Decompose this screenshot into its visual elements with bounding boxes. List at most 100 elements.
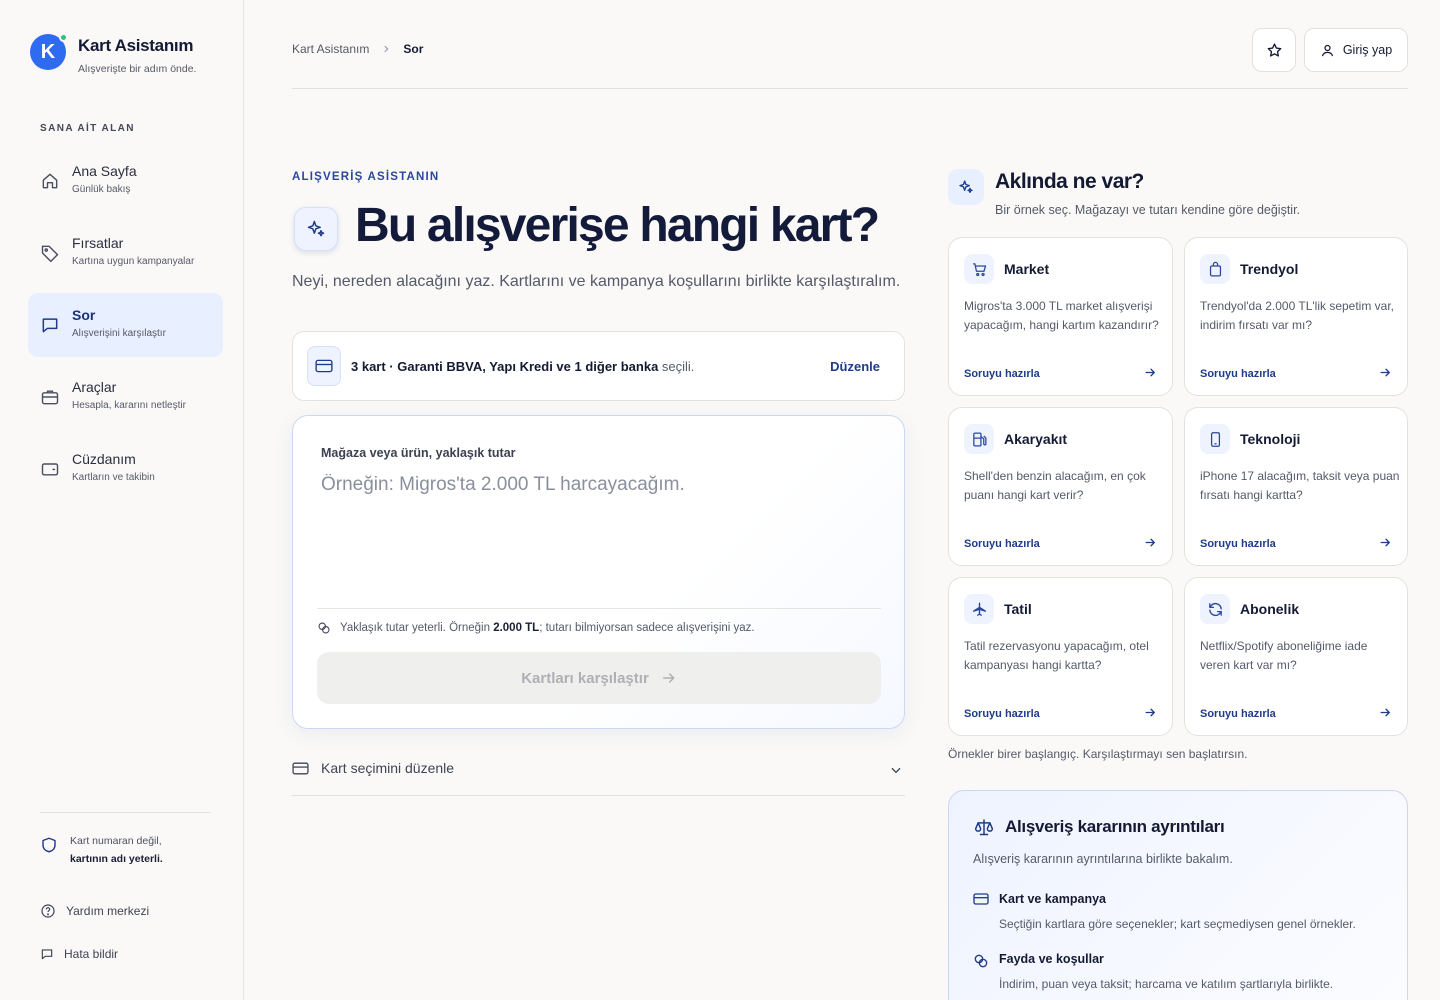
coins-icon [973, 953, 989, 969]
selected-cards-text: 3 kart · Garanti BBVA, Yapı Kredi ve 1 d… [351, 359, 830, 374]
selected-cards-suffix: seçili. [658, 358, 695, 374]
example-body: Netflix/Spotify aboneliğime iade veren k… [1200, 639, 1368, 672]
shopping-bag-icon [1200, 254, 1230, 284]
privacy-note: Kart numaran değil, kartının adı yeterli… [40, 832, 163, 868]
sidebar-item-subtitle: Alışverişini karşılaştır [72, 328, 166, 339]
examples-title: Aklında ne var? [995, 170, 1144, 193]
details-subtitle: Alışveriş kararının ayrıntılarına birlik… [973, 852, 1233, 866]
page-subtitle: Neyi, nereden alacağını yaz. Kartlarını … [292, 273, 901, 290]
message-icon [40, 947, 54, 961]
plane-icon [964, 594, 994, 624]
example-cta[interactable]: Soruyu hazırla [1200, 708, 1276, 720]
arrow-right-icon [1379, 366, 1392, 379]
sidebar-item-subtitle: Hesapla, kararını netleştir [72, 400, 186, 411]
sparkle-icon [294, 207, 338, 251]
hint-post: ; tutarı bilmiyorsan sadece alışverişini… [539, 622, 755, 634]
example-card-fuel[interactable]: Akaryakıt Shell'den benzin alacağım, en … [948, 407, 1173, 566]
arrow-right-icon [1379, 536, 1392, 549]
shield-icon [40, 835, 58, 868]
sidebar-item-title: Fırsatlar [72, 235, 124, 251]
example-body: Tatil rezervasyonu yapacağım, otel kampa… [964, 639, 1149, 672]
eyebrow: ALIŞVERİŞ ASİSTANIN [292, 171, 440, 183]
example-grid: Market Migros'ta 3.000 TL market alışver… [948, 237, 1408, 736]
privacy-line-2: kartının adı yeterli. [70, 853, 163, 865]
example-card-travel[interactable]: Tatil Tatil rezervasyonu yapacağım, otel… [948, 577, 1173, 736]
favorite-button[interactable] [1252, 28, 1296, 72]
sidebar: K Kart Asistanım Alışverişte bir adım ön… [0, 0, 244, 1000]
question-input[interactable] [321, 474, 881, 604]
example-title: Teknoloji [1240, 431, 1301, 447]
briefcase-icon [40, 387, 60, 407]
edit-card-selection-label: Kart seçimini düzenle [321, 760, 455, 776]
example-card-subscription[interactable]: Abonelik Netflix/Spotify aboneliğime iad… [1184, 577, 1408, 736]
brand[interactable]: K Kart Asistanım Alışverişte bir adım ön… [30, 33, 197, 75]
sidebar-item-deals[interactable]: Fırsatlar Kartına uygun kampanyalar [28, 221, 223, 285]
sidebar-item-title: Araçlar [72, 379, 117, 395]
sparkle-icon [948, 169, 984, 205]
selected-cards-bar: 3 kart · Garanti BBVA, Yapı Kredi ve 1 d… [292, 331, 905, 401]
example-card-tech[interactable]: Teknoloji iPhone 17 alacağım, taksit vey… [1184, 407, 1408, 566]
sidebar-item-home[interactable]: Ana Sayfa Günlük bakış [28, 149, 223, 213]
online-dot [59, 33, 68, 42]
phone-icon [1200, 424, 1230, 454]
example-cta[interactable]: Soruyu hazırla [964, 708, 1040, 720]
chat-icon [40, 315, 60, 335]
sidebar-item-subtitle: Günlük bakış [72, 184, 131, 195]
detail-item-title: Kart ve kampanya [999, 892, 1107, 906]
examples-subtitle: Bir örnek seç. Mağazayı ve tutarı kendin… [995, 203, 1301, 217]
logo-letter: K [40, 40, 56, 63]
example-cta[interactable]: Soruyu hazırla [964, 368, 1040, 380]
breadcrumb: Kart Asistanım Sor [292, 42, 423, 56]
report-bug-link[interactable]: Hata bildir [40, 947, 118, 961]
edit-card-selection-toggle[interactable]: Kart seçimini düzenle [292, 752, 905, 796]
example-body: Shell'den benzin alacağım, en çok puanı … [964, 469, 1146, 502]
sidebar-nav: Ana Sayfa Günlük bakış Fırsatlar Kartına… [28, 149, 223, 509]
page-title: Bu alışverişe hangi kart? [355, 199, 880, 252]
help-center-label: Yardım merkezi [66, 904, 150, 918]
example-title: Trendyol [1240, 261, 1299, 277]
example-body: iPhone 17 alacağım, taksit veya puan fır… [1200, 469, 1400, 502]
sidebar-item-title: Ana Sayfa [72, 163, 137, 179]
user-icon [1320, 43, 1335, 58]
header-divider [292, 88, 1408, 89]
coins-icon [317, 621, 331, 635]
example-cta[interactable]: Soruyu hazırla [1200, 538, 1276, 550]
cart-icon [964, 254, 994, 284]
login-label: Giriş yap [1342, 43, 1393, 57]
edit-cards-button[interactable]: Düzenle [830, 359, 880, 374]
detail-item: Fayda ve koşullar [973, 952, 1104, 969]
sidebar-item-title: Sor [72, 307, 96, 323]
compare-cards-button[interactable]: Kartları karşılaştır [317, 652, 881, 704]
breadcrumb-root[interactable]: Kart Asistanım [292, 42, 369, 56]
sidebar-item-title: Cüzdanım [72, 451, 136, 467]
example-card-trendyol[interactable]: Trendyol Trendyol'da 2.000 TL'lik sepeti… [1184, 237, 1408, 396]
arrow-right-icon [1144, 706, 1157, 719]
sidebar-item-ask[interactable]: Sor Alışverişini karşılaştır [28, 293, 223, 357]
credit-card-icon [307, 346, 341, 386]
composer-label: Mağaza veya ürün, yaklaşık tutar [321, 446, 516, 460]
privacy-line-1: Kart numaran değil, [70, 835, 162, 847]
arrow-right-icon [1144, 366, 1157, 379]
arrow-right-icon [1144, 536, 1157, 549]
example-cta[interactable]: Soruyu hazırla [1200, 368, 1276, 380]
sidebar-item-tools[interactable]: Araçlar Hesapla, kararını netleştir [28, 365, 223, 429]
sidebar-item-wallet[interactable]: Cüzdanım Kartların ve takibin [28, 437, 223, 501]
example-cta[interactable]: Soruyu hazırla [964, 538, 1040, 550]
login-button[interactable]: Giriş yap [1304, 28, 1408, 72]
detail-item-body: Seçtiğin kartlara göre seçenekler; kart … [999, 917, 1356, 931]
example-card-market[interactable]: Market Migros'ta 3.000 TL market alışver… [948, 237, 1173, 396]
chevron-right-icon [381, 44, 391, 54]
credit-card-icon [973, 893, 989, 906]
detail-item-body: İndirim, puan veya taksit; harcama ve ka… [999, 977, 1334, 991]
brand-subtitle: Alışverişte bir adım önde. [78, 63, 197, 75]
brand-title: Kart Asistanım [78, 36, 194, 55]
scale-icon [973, 817, 995, 837]
wallet-icon [40, 459, 60, 479]
example-body: Trendyol'da 2.000 TL'lik sepetim var, in… [1200, 299, 1395, 332]
help-center-link[interactable]: Yardım merkezi [40, 903, 149, 919]
brand-logo: K [30, 33, 68, 70]
sidebar-divider [40, 812, 211, 813]
refresh-icon [1200, 594, 1230, 624]
hint-pre: Yaklaşık tutar yeterli. Örneğin [340, 622, 494, 634]
sidebar-section-label: SANA AİT ALAN [40, 123, 135, 134]
